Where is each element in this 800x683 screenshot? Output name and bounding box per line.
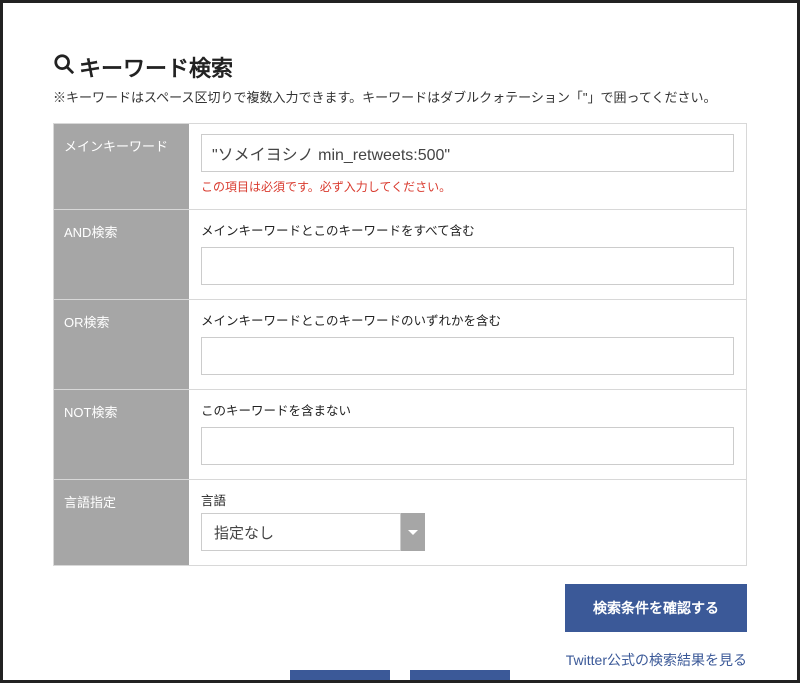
- page-title: キーワード検索: [53, 51, 747, 83]
- decor-bar: [410, 670, 510, 680]
- main-keyword-required-note: この項目は必須です。必ず入力してください。: [201, 178, 734, 195]
- not-search-input[interactable]: [201, 427, 734, 465]
- row-and-search: AND検索 メインキーワードとこのキーワードをすべて含む: [54, 210, 746, 300]
- or-search-hint: メインキーワードとこのキーワードのいずれかを含む: [201, 310, 734, 329]
- label-or-search: OR検索: [54, 300, 189, 389]
- chevron-down-icon: [401, 513, 425, 551]
- row-or-search: OR検索 メインキーワードとこのキーワードのいずれかを含む: [54, 300, 746, 390]
- header-subnote: ※キーワードはスペース区切りで複数入力できます。キーワードはダブルクォテーション…: [53, 89, 747, 107]
- row-main-keyword: メインキーワード この項目は必須です。必ず入力してください。: [54, 124, 746, 210]
- content-or-search: メインキーワードとこのキーワードのいずれかを含む: [189, 300, 746, 389]
- content-main-keyword: この項目は必須です。必ず入力してください。: [189, 124, 746, 209]
- twitter-results-link[interactable]: Twitter公式の検索結果を見る: [566, 650, 747, 670]
- language-select[interactable]: 指定なし: [201, 513, 734, 551]
- actions-area: 検索条件を確認する Twitter公式の検索結果を見る: [53, 584, 747, 670]
- content-and-search: メインキーワードとこのキーワードをすべて含む: [189, 210, 746, 299]
- label-not-search: NOT検索: [54, 390, 189, 479]
- label-main-keyword: メインキーワード: [54, 124, 189, 209]
- label-language: 言語指定: [54, 480, 189, 565]
- content-language: 言語 指定なし: [189, 480, 746, 565]
- confirm-search-button[interactable]: 検索条件を確認する: [565, 584, 747, 632]
- or-search-input[interactable]: [201, 337, 734, 375]
- modal-container: キーワード検索 ※キーワードはスペース区切りで複数入力できます。キーワードはダブ…: [0, 0, 800, 683]
- page-title-text: キーワード検索: [79, 51, 233, 83]
- decor-bar: [290, 670, 390, 680]
- search-icon: [53, 53, 75, 81]
- and-search-input[interactable]: [201, 247, 734, 285]
- and-search-hint: メインキーワードとこのキーワードをすべて含む: [201, 220, 734, 239]
- language-sublabel: 言語: [201, 490, 734, 509]
- search-form: メインキーワード この項目は必須です。必ず入力してください。 AND検索 メイン…: [53, 123, 747, 566]
- not-search-hint: このキーワードを含まない: [201, 400, 734, 419]
- language-select-value: 指定なし: [201, 513, 401, 551]
- content-not-search: このキーワードを含まない: [189, 390, 746, 479]
- row-not-search: NOT検索 このキーワードを含まない: [54, 390, 746, 480]
- bottom-decor: [3, 670, 797, 680]
- label-and-search: AND検索: [54, 210, 189, 299]
- row-language: 言語指定 言語 指定なし: [54, 480, 746, 565]
- main-keyword-input[interactable]: [201, 134, 734, 172]
